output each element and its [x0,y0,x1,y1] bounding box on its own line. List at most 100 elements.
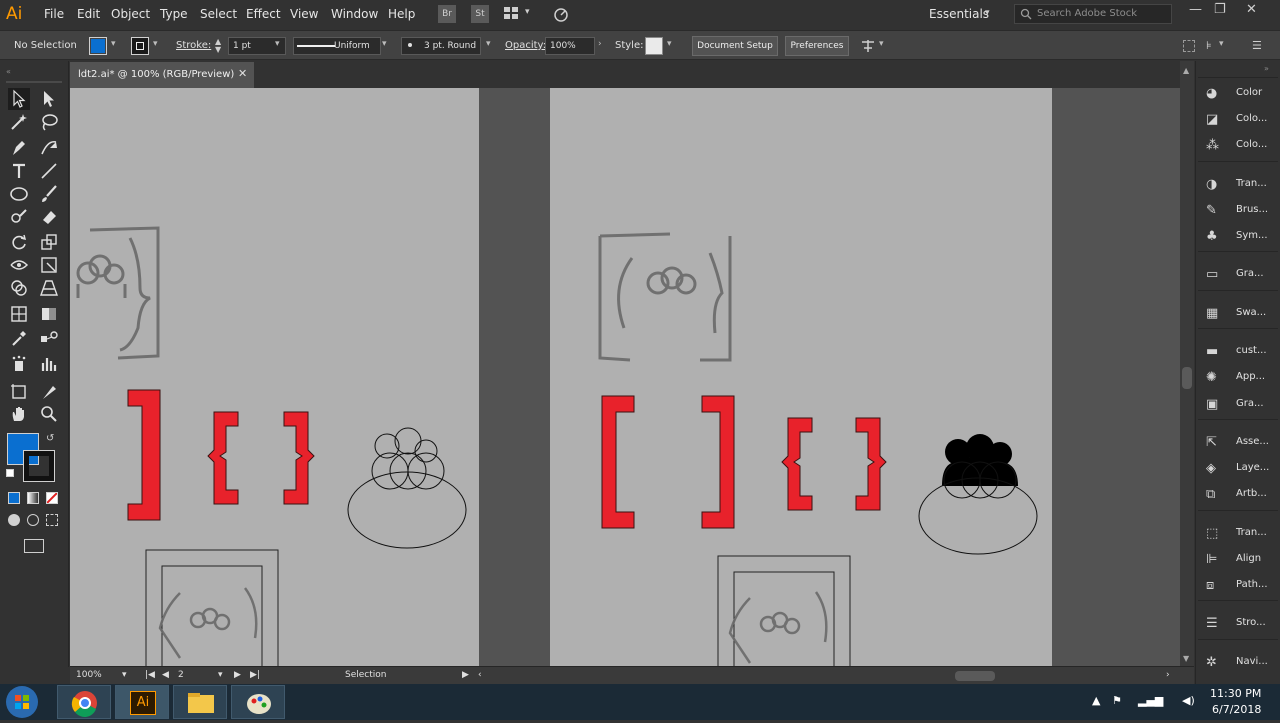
panel-asset-export[interactable]: ⇱ Asse... [1202,432,1278,454]
panel-transform[interactable]: ⬚ Tran... [1202,523,1278,545]
scroll-left-icon[interactable]: ‹ [478,670,482,680]
panel-library[interactable]: ▬ cust... [1202,341,1278,363]
curvature-tool-icon[interactable] [38,136,60,158]
align-options-icon[interactable]: ⊧ [1206,39,1212,52]
chevron-down-icon[interactable]: ▾ [111,39,116,49]
minimize-icon[interactable]: — [1189,2,1202,17]
next-artboard-icon[interactable]: ▶ [234,670,241,680]
menu-window[interactable]: Window [331,7,378,21]
stroke-label[interactable]: Stroke: [176,40,211,51]
chevron-down-icon[interactable]: ▾ [985,8,990,18]
search-stock-input[interactable]: Search Adobe Stock [1014,4,1172,24]
panel-align[interactable]: ⊫ Align [1202,549,1278,571]
shape-builder-tool-icon[interactable] [8,277,30,299]
brush-definition-field[interactable]: 3 pt. Round [401,37,481,55]
isolate-icon[interactable] [1183,40,1195,52]
stroke-swatch[interactable] [131,37,149,55]
menu-help[interactable]: Help [388,7,415,21]
chrome-icon[interactable] [57,685,111,719]
zoom-tool-icon[interactable] [38,403,60,425]
volume-icon[interactable]: ◀) [1182,694,1195,707]
menu-edit[interactable]: Edit [77,7,100,21]
selection-tool-icon[interactable] [8,88,30,110]
close-icon[interactable]: ✕ [238,67,247,80]
panel-color-themes[interactable]: ⁂ Colo... [1202,135,1278,157]
draw-behind-icon[interactable] [27,514,39,526]
paint-icon[interactable] [231,685,285,719]
artboard-number[interactable]: 2 [178,670,184,680]
lasso-tool-icon[interactable] [38,111,60,133]
start-button-icon[interactable] [6,686,38,718]
show-hidden-icons-icon[interactable]: ▲ [1092,694,1100,707]
status-menu-icon[interactable]: ▶ [462,670,469,680]
collapse-icon[interactable]: « [6,67,11,76]
canvas[interactable] [70,88,1180,666]
gradient-tool-icon[interactable] [38,303,60,325]
menu-type[interactable]: Type [160,7,188,21]
action-center-icon[interactable]: ⚑ [1112,694,1122,707]
panel-menu-icon[interactable]: ☰ [1252,39,1262,52]
gpu-performance-icon[interactable] [552,5,570,23]
restore-icon[interactable]: ❐ [1214,2,1226,17]
none-mode-icon[interactable] [46,492,58,504]
tools-grip[interactable] [6,81,62,83]
shaper-tool-icon[interactable] [8,206,30,228]
line-segment-tool-icon[interactable] [38,160,60,182]
scroll-up-icon[interactable]: ▲ [1183,66,1189,75]
pen-tool-icon[interactable] [8,136,30,158]
menu-file[interactable]: File [44,7,64,21]
chevron-right-icon[interactable]: › [598,39,602,49]
opacity-label[interactable]: Opacity: [505,40,546,51]
chevron-down-icon[interactable]: ▾ [382,39,387,49]
scroll-right-icon[interactable]: › [1166,670,1170,680]
direct-selection-tool-icon[interactable] [38,88,60,110]
artboard-right[interactable] [550,88,1052,666]
arrange-icon[interactable] [860,38,876,54]
type-tool-icon[interactable] [8,160,30,182]
stroke-stepper-icon[interactable]: ▲ ▼ [215,38,221,54]
artboard-left[interactable] [70,88,479,666]
eyedropper-tool-icon[interactable] [8,327,30,349]
chevron-down-icon[interactable]: ▾ [525,7,530,17]
panel-gradient[interactable]: ▭ Gra... [1202,264,1278,286]
style-swatch[interactable] [645,37,663,55]
stock-icon[interactable]: St [471,5,489,23]
panel-palette[interactable]: ◕ Color [1202,83,1278,105]
draw-normal-icon[interactable] [8,514,20,526]
workspace-switcher[interactable]: Essentials [929,7,989,21]
chevron-down-icon[interactable]: ▾ [153,39,158,49]
panel-symbol[interactable]: ♣ Sym... [1202,226,1278,248]
zoom-level[interactable]: 100% [76,670,102,680]
chevron-down-icon[interactable]: ▾ [667,39,672,49]
panel-transparency[interactable]: ◑ Tran... [1202,174,1278,196]
chevron-down-icon[interactable]: ▾ [1219,39,1224,49]
panel-pathfinder[interactable]: ⧈ Path... [1202,575,1278,597]
mesh-tool-icon[interactable] [8,303,30,325]
panel-layers[interactable]: ◈ Laye... [1202,458,1278,480]
preferences-button[interactable]: Preferences [785,36,849,56]
menu-object[interactable]: Object [111,7,150,21]
rotate-tool-icon[interactable] [8,231,30,253]
slice-tool-icon[interactable] [38,381,60,403]
default-colors-icon[interactable] [6,469,14,477]
scroll-down-icon[interactable]: ▼ [1183,654,1189,663]
menu-select[interactable]: Select [200,7,237,21]
chevron-down-icon[interactable]: ▾ [275,39,280,49]
arrange-documents-icon[interactable] [503,6,519,20]
last-artboard-icon[interactable]: ▶| [250,670,260,680]
symbol-sprayer-tool-icon[interactable] [8,353,30,375]
opacity-field[interactable]: 100% [545,37,595,55]
magic-wand-tool-icon[interactable] [8,111,30,133]
chevron-down-icon[interactable]: ▾ [122,670,127,680]
gradient-mode-icon[interactable] [27,492,39,504]
ellipse-tool-icon[interactable] [8,183,30,205]
file-explorer-icon[interactable] [173,685,227,719]
clock-date[interactable]: 6/7/2018 [1212,703,1261,716]
document-setup-button[interactable]: Document Setup [692,36,778,56]
bridge-icon[interactable]: Br [438,5,456,23]
panel-artboards[interactable]: ⧉ Artb... [1202,484,1278,506]
clock-time[interactable]: 11:30 PM [1210,687,1261,700]
first-artboard-icon[interactable]: |◀ [145,670,155,680]
expand-panels-icon[interactable]: » [1264,64,1269,73]
panel-swatches[interactable]: ▦ Swa... [1202,303,1278,325]
